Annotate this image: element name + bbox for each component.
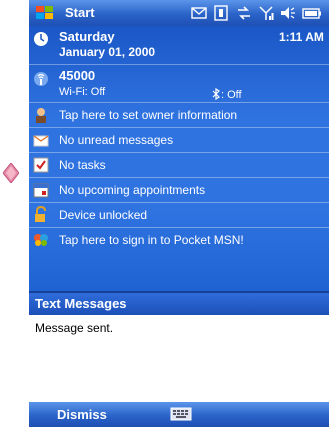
phone-number: 45000 xyxy=(59,68,96,83)
wifi-status: Wi-Fi: Off xyxy=(59,86,106,98)
windows-start-icon[interactable] xyxy=(35,5,55,21)
taskbar: Start xyxy=(29,0,329,26)
popup-message: Message sent. xyxy=(35,321,114,335)
time-label: 1:11 AM xyxy=(279,30,324,44)
messages-row[interactable]: No unread messages xyxy=(29,128,329,152)
sim-card-icon[interactable] xyxy=(213,5,229,21)
owner-info-label: Tap here to set owner information xyxy=(59,108,238,122)
msn-row[interactable]: Tap here to sign in to Pocket MSN! xyxy=(29,228,329,252)
popup-title: Text Messages xyxy=(29,293,329,315)
clock-icon xyxy=(34,32,48,46)
divider xyxy=(29,64,329,65)
battery-icon[interactable] xyxy=(302,5,322,21)
appointments-row[interactable]: No upcoming appointments xyxy=(29,178,329,202)
keyboard-icon[interactable] xyxy=(170,406,192,422)
device-screen: Start Saturday January 01, 2000 1:11 AM … xyxy=(29,0,329,427)
msn-butterfly-icon xyxy=(34,234,48,246)
decorative-gem-icon xyxy=(3,163,19,183)
bluetooth-status-label: : Off xyxy=(221,89,242,101)
owner-icon xyxy=(36,108,46,123)
menu-bar: Dismiss xyxy=(29,402,329,427)
lock-row[interactable]: Device unlocked xyxy=(29,203,329,227)
tasks-label: No tasks xyxy=(59,158,106,172)
today-screen: Saturday January 01, 2000 1:11 AM 45000 … xyxy=(29,26,329,291)
signal-strength-icon[interactable] xyxy=(258,5,274,21)
date-label: January 01, 2000 xyxy=(59,45,156,59)
bluetooth-icon xyxy=(212,87,220,101)
lock-icon xyxy=(35,206,46,222)
phone-row[interactable]: 45000 Wi-Fi: Off : Off xyxy=(29,66,329,102)
start-button[interactable]: Start xyxy=(65,5,95,20)
dismiss-button[interactable]: Dismiss xyxy=(57,407,107,422)
envelope-notification-icon[interactable] xyxy=(191,5,207,21)
speaker-volume-icon[interactable] xyxy=(280,5,296,21)
lock-label: Device unlocked xyxy=(59,208,148,222)
owner-info-row[interactable]: Tap here to set owner information xyxy=(29,103,329,127)
tasks-row[interactable]: No tasks xyxy=(29,153,329,177)
notification-popup: Text Messages Message sent. xyxy=(29,291,329,404)
calendar-icon xyxy=(33,183,49,198)
day-label: Saturday xyxy=(59,29,115,44)
envelope-icon xyxy=(33,135,49,147)
wireless-antenna-icon xyxy=(34,72,48,86)
connectivity-icon[interactable] xyxy=(236,5,252,21)
appointments-label: No upcoming appointments xyxy=(59,183,206,197)
tasks-icon xyxy=(33,157,49,173)
date-row[interactable]: Saturday January 01, 2000 1:11 AM xyxy=(29,26,329,64)
messages-label: No unread messages xyxy=(59,133,174,147)
msn-label: Tap here to sign in to Pocket MSN! xyxy=(59,233,244,247)
bluetooth-status: : Off xyxy=(211,87,242,101)
